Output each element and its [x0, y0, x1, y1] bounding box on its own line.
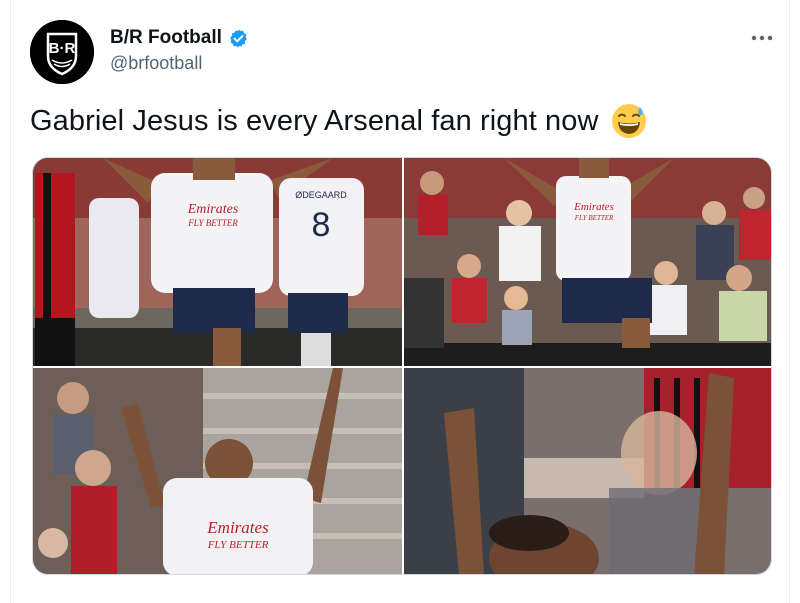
avatar[interactable]: B·R	[30, 20, 94, 84]
photo-4[interactable]	[404, 368, 771, 574]
tweet-text-content: Gabriel Jesus is every Arsenal fan right…	[30, 104, 599, 137]
photo1-teammate-name: ØDEGAARD	[295, 190, 347, 200]
photo-celebration-1: Emirates FLY BETTER ØDEGAARD 8	[33, 158, 402, 366]
photo3-shirt-sponsor: Emirates	[206, 518, 269, 537]
photo1-shirt-tagline: FLY BETTER	[187, 218, 238, 228]
photo2-shirt-sponsor: Emirates	[573, 201, 614, 213]
photo-celebration-2: Emirates FLY BETTER	[404, 158, 771, 366]
grinning-face-with-sweat-emoji	[611, 104, 646, 138]
photo1-teammate-number: 8	[312, 206, 331, 244]
verified-badge-icon	[230, 28, 247, 48]
more-options-button[interactable]	[748, 24, 776, 52]
br-logo-icon: B·R	[30, 20, 94, 84]
media-grid: Emirates FLY BETTER ØDEGAARD 8 Emirates …	[32, 157, 772, 575]
tweet-text: Gabriel Jesus is every Arsenal fan right…	[30, 103, 647, 139]
author-handle[interactable]: @brfootball	[110, 53, 202, 74]
photo-celebration-4	[404, 368, 771, 574]
photo-3[interactable]: Emirates FLY BETTER	[33, 368, 402, 574]
photo2-shirt-tagline: FLY BETTER	[574, 214, 614, 222]
photo3-shirt-tagline: FLY BETTER	[207, 539, 269, 551]
display-name[interactable]: B/R Football	[110, 27, 222, 49]
photo-2[interactable]: Emirates FLY BETTER	[404, 158, 771, 366]
more-horizontal-icon	[751, 35, 773, 41]
photo-celebration-3: Emirates FLY BETTER	[33, 368, 402, 574]
avatar-text: B·R	[49, 40, 76, 57]
author-row: B/R Football	[110, 27, 249, 49]
photo1-shirt-sponsor: Emirates	[187, 202, 239, 217]
photo-1[interactable]: Emirates FLY BETTER ØDEGAARD 8	[33, 158, 402, 366]
